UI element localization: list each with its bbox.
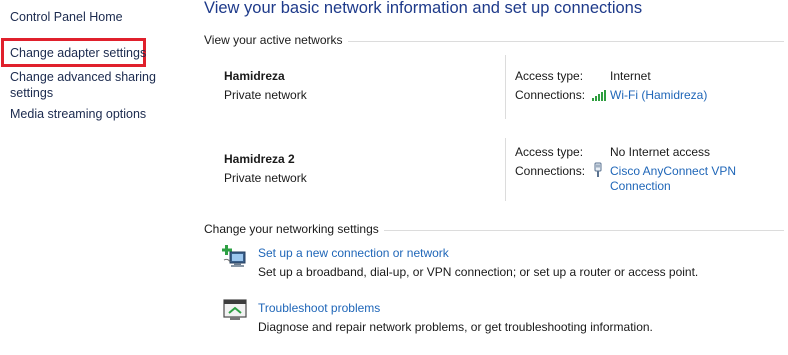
access-type-label: Access type: [515,145,584,159]
connection-link-wifi[interactable]: Wi-Fi (Hamidreza) [610,88,707,102]
access-type-value: Internet [610,69,651,83]
troubleshoot-description: Diagnose and repair network problems, or… [258,320,653,334]
set-up-connection-description: Set up a broadband, dial-up, or VPN conn… [258,265,699,279]
connections-label: Connections: [515,164,586,178]
access-type-value: No Internet access [610,145,711,159]
page-title: View your basic network information and … [204,0,643,17]
nav-media-streaming-options[interactable]: Media streaming options [10,107,146,121]
network-category[interactable]: Private network [224,88,307,102]
troubleshoot-link[interactable]: Troubleshoot problems [258,301,380,315]
new-connection-icon [222,245,246,267]
network-category[interactable]: Private network [224,171,307,185]
wifi-signal-icon [592,90,606,101]
column-divider [505,55,506,119]
set-up-connection-link[interactable]: Set up a new connection or network [258,246,449,260]
nav-change-adapter-settings[interactable]: Change adapter settings [10,46,146,60]
networking-settings-heading: Change your networking settings [204,222,379,236]
network-name: Hamidreza 2 [224,152,295,166]
nav-control-panel-home[interactable]: Control Panel Home [10,10,123,24]
network-name: Hamidreza [224,69,285,83]
access-type-label: Access type: [515,69,584,83]
connection-link-vpn[interactable]: Cisco AnyConnect VPN [610,164,736,178]
section-divider [384,230,784,231]
active-networks-heading: View your active networks [204,33,343,47]
troubleshoot-icon [223,299,247,320]
ethernet-plug-icon [594,162,602,177]
connection-link-vpn-line2[interactable]: Connection [610,179,671,193]
nav-change-advanced-sharing-settings[interactable]: Change advanced sharing settings [10,69,160,101]
connections-label: Connections: [515,88,586,102]
column-divider [505,138,506,201]
section-divider [348,41,784,42]
